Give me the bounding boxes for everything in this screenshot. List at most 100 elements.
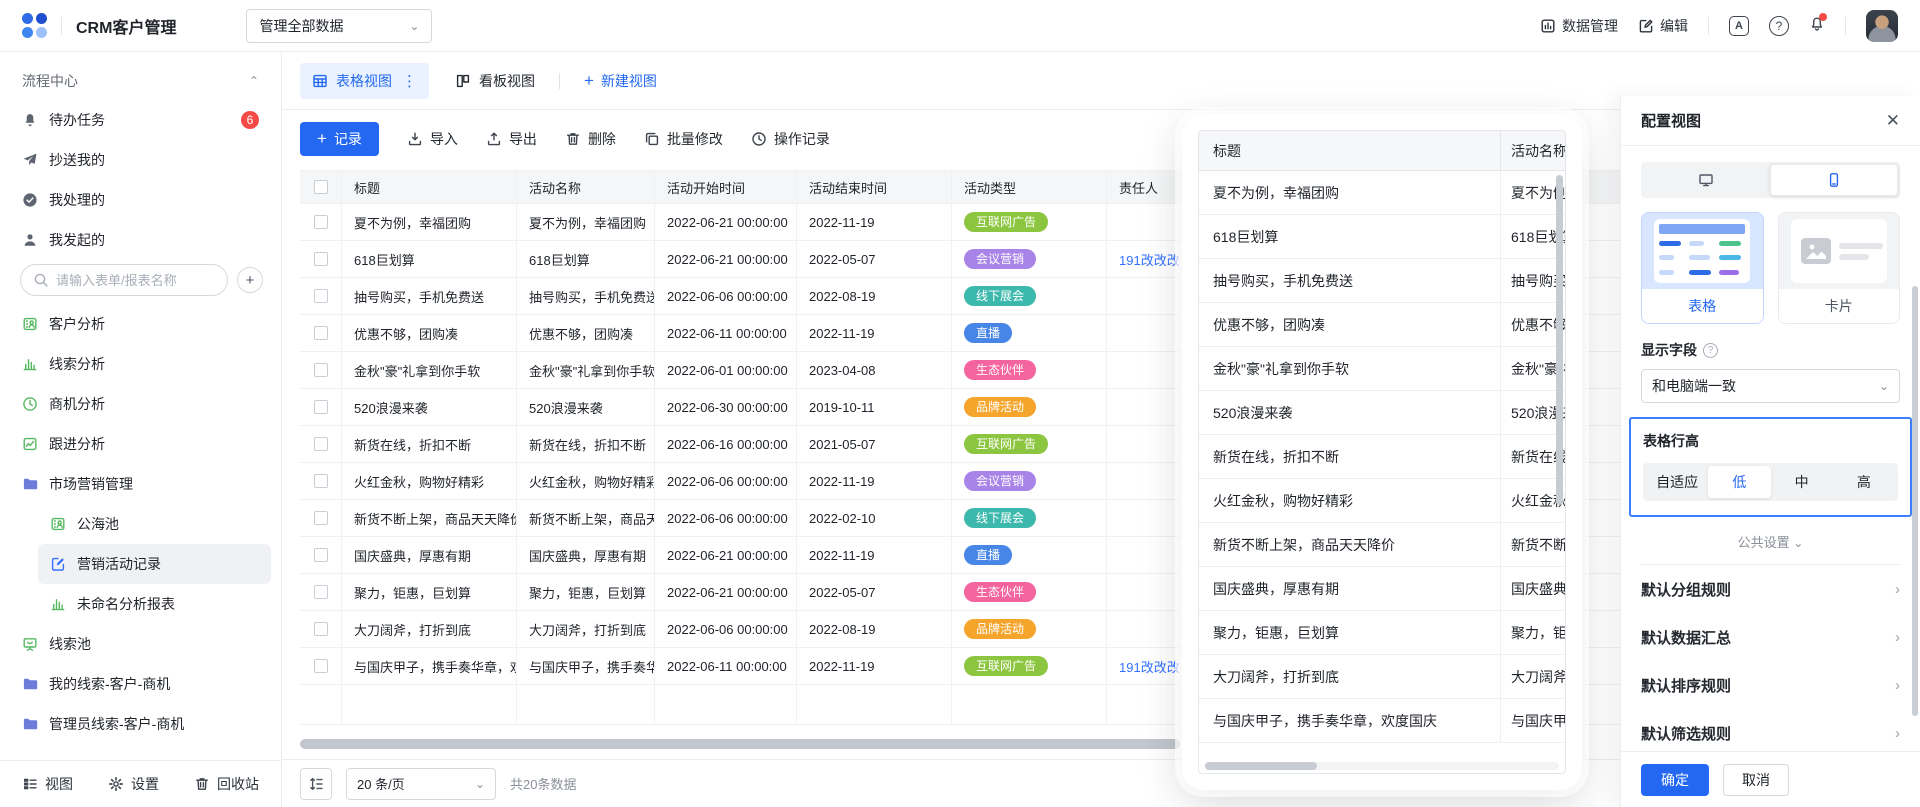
- sidebar-item-管理员线索-客户-商机[interactable]: 管理员线索-客户-商机: [10, 704, 271, 744]
- row-checkbox[interactable]: [314, 363, 328, 377]
- rule-item-默认筛选规则[interactable]: 默认筛选规则›: [1641, 709, 1900, 751]
- confirm-button[interactable]: 确定: [1641, 764, 1709, 796]
- layout-card-card-label: 卡片: [1779, 289, 1900, 323]
- rule-label: 默认筛选规则: [1641, 723, 1731, 744]
- common-settings-toggle[interactable]: 公共设置 ⌄: [1641, 532, 1900, 551]
- rule-item-默认数据汇总[interactable]: 默认数据汇总›: [1641, 613, 1900, 661]
- column-header-活动结束时间[interactable]: 活动结束时间: [797, 171, 952, 203]
- cancel-button[interactable]: 取消: [1723, 764, 1789, 796]
- sidebar-item-label: 未命名分析报表: [77, 594, 175, 614]
- toolbar-导出-button[interactable]: 导出: [486, 129, 537, 149]
- row-checkbox[interactable]: [314, 252, 328, 266]
- add-form-button[interactable]: +: [237, 267, 263, 293]
- check-circle-icon: [22, 192, 38, 208]
- sidebar-item-营销活动记录[interactable]: 营销活动记录: [38, 544, 271, 584]
- device-desktop-option[interactable]: [1643, 164, 1770, 196]
- row-height-icon: [308, 776, 324, 792]
- owner-link[interactable]: 191改改改: [1119, 250, 1180, 269]
- sidebar-item-市场营销管理[interactable]: 市场营销管理: [10, 464, 271, 504]
- cell-activity-type: 直播: [952, 315, 1107, 351]
- row-checkbox[interactable]: [314, 585, 328, 599]
- form-search-box[interactable]: [20, 264, 228, 296]
- toolbar-操作记录-button[interactable]: 操作记录: [751, 129, 830, 149]
- row-height-section: 表格行高 自适应低中高: [1629, 417, 1912, 517]
- preview-row: 优惠不够，团购凑优惠不够，团购凑: [1199, 303, 1565, 347]
- rule-item-默认分组规则[interactable]: 默认分组规则›: [1641, 565, 1900, 613]
- scrollbar-thumb[interactable]: [300, 739, 1180, 749]
- data-scope-select[interactable]: 管理全部数据 ⌄: [246, 9, 432, 43]
- row-height-option-低[interactable]: 低: [1708, 466, 1770, 498]
- layout-card-table[interactable]: 表格: [1641, 212, 1764, 324]
- sidebar-item-客户分析[interactable]: 客户分析: [10, 304, 271, 344]
- toolbar-批量修改-button[interactable]: 批量修改: [644, 129, 723, 149]
- scrollbar-thumb[interactable]: [1205, 762, 1317, 770]
- add-record-button[interactable]: +记录: [300, 122, 379, 156]
- sidebar-item-跟进分析[interactable]: 跟进分析: [10, 424, 271, 464]
- preview-horizontal-scrollbar[interactable]: [1205, 762, 1559, 770]
- sidebar-item-线索池[interactable]: 线索池: [10, 624, 271, 664]
- sidebar-item-我发起的[interactable]: 我发起的: [10, 220, 271, 260]
- notifications-button[interactable]: [1809, 16, 1825, 35]
- select-all-checkbox[interactable]: [314, 180, 328, 194]
- column-header-活动名称[interactable]: 活动名称: [517, 171, 655, 203]
- close-icon[interactable]: ✕: [1886, 111, 1900, 131]
- footer-item-回收站[interactable]: 回收站: [194, 774, 259, 794]
- sidebar-item-未命名分析报表[interactable]: 未命名分析报表: [38, 584, 271, 624]
- rule-item-默认排序规则[interactable]: 默认排序规则›: [1641, 661, 1900, 709]
- tab-表格视图[interactable]: 表格视图⋮: [300, 63, 429, 99]
- barchart-icon: [50, 596, 66, 612]
- row-height-button[interactable]: [300, 768, 332, 800]
- row-checkbox[interactable]: [314, 474, 328, 488]
- footer-item-设置[interactable]: 设置: [108, 774, 159, 794]
- search-input[interactable]: [56, 273, 215, 288]
- translate-icon[interactable]: A: [1729, 16, 1749, 36]
- column-header-标题[interactable]: 标题: [342, 171, 517, 203]
- sidebar-item-线索分析[interactable]: 线索分析: [10, 344, 271, 384]
- column-header-活动类型[interactable]: 活动类型: [952, 171, 1107, 203]
- row-checkbox[interactable]: [314, 326, 328, 340]
- column-header-活动开始时间[interactable]: 活动开始时间: [655, 171, 797, 203]
- row-checkbox[interactable]: [314, 659, 328, 673]
- row-checkbox[interactable]: [314, 622, 328, 636]
- row-checkbox[interactable]: [314, 289, 328, 303]
- config-panel-header: 配置视图 ✕: [1621, 96, 1920, 146]
- row-checkbox[interactable]: [314, 400, 328, 414]
- row-height-option-自适应[interactable]: 自适应: [1646, 466, 1708, 498]
- panel-scrollbar[interactable]: [1912, 286, 1918, 716]
- sidebar-item-待办任务[interactable]: 待办任务6: [10, 100, 271, 140]
- toolbar-导入-button[interactable]: 导入: [407, 129, 458, 149]
- display-fields-select[interactable]: 和电脑端一致 ⌄: [1641, 369, 1900, 403]
- row-checkbox[interactable]: [314, 548, 328, 562]
- toolbar-删除-button[interactable]: 删除: [565, 129, 616, 149]
- edit-button[interactable]: 编辑: [1638, 16, 1688, 36]
- cell-checkbox: [300, 426, 342, 462]
- page-size-select[interactable]: 20 条/页 ⌄: [346, 768, 496, 800]
- row-checkbox[interactable]: [314, 215, 328, 229]
- tab-menu-icon[interactable]: ⋮: [402, 72, 417, 90]
- row-checkbox[interactable]: [314, 511, 328, 525]
- layout-cards: 表格 卡片: [1641, 212, 1900, 324]
- sidebar-item-商机分析[interactable]: 商机分析: [10, 384, 271, 424]
- sidebar-item-我的线索-客户-商机[interactable]: 我的线索-客户-商机: [10, 664, 271, 704]
- sidebar-item-抄送我的[interactable]: 抄送我的: [10, 140, 271, 180]
- data-manage-button[interactable]: 数据管理: [1540, 16, 1618, 36]
- preview-vertical-scrollbar[interactable]: [1556, 175, 1563, 505]
- sidebar-item-我处理的[interactable]: 我处理的: [10, 180, 271, 220]
- bell-icon: [22, 112, 38, 128]
- sidebar-section-process[interactable]: 流程中心 ⌃: [0, 62, 281, 100]
- row-checkbox[interactable]: [314, 437, 328, 451]
- owner-link[interactable]: 191改改改: [1119, 657, 1180, 676]
- footer-item-视图[interactable]: 视图: [22, 774, 73, 794]
- device-mobile-option[interactable]: [1770, 164, 1899, 196]
- row-height-option-高[interactable]: 高: [1833, 466, 1895, 498]
- chevron-right-icon: ›: [1895, 629, 1900, 646]
- sidebar-item-公海池[interactable]: 公海池: [38, 504, 271, 544]
- card-layout-thumbnail: [1779, 213, 1900, 289]
- user-avatar[interactable]: [1866, 10, 1898, 42]
- help-icon[interactable]: ?: [1769, 16, 1789, 36]
- row-height-option-中[interactable]: 中: [1771, 466, 1833, 498]
- chevron-down-icon: ⌄: [409, 20, 419, 32]
- new-view-button[interactable]: +新建视图: [584, 71, 657, 91]
- tab-看板视图[interactable]: 看板视图: [455, 71, 535, 91]
- layout-card-card[interactable]: 卡片: [1778, 212, 1901, 324]
